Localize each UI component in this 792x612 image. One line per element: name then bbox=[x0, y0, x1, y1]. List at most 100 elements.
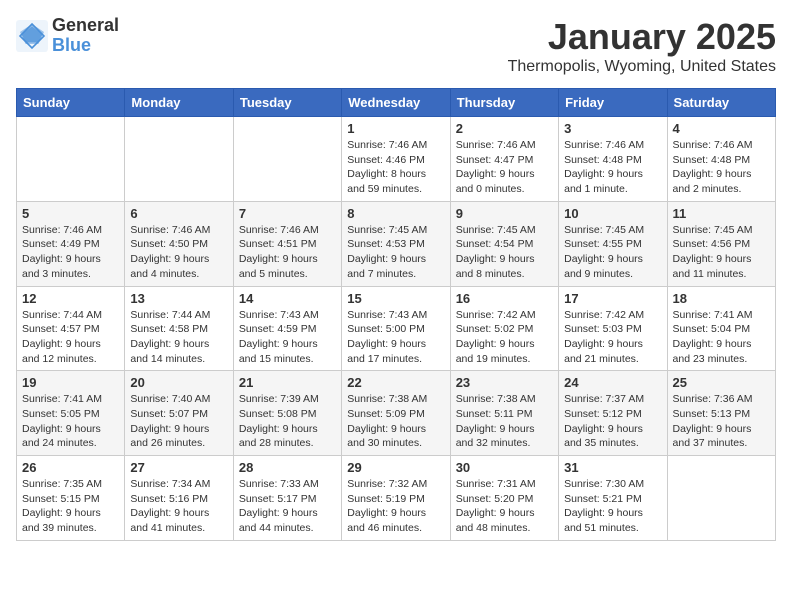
day-info: Sunrise: 7:43 AM Sunset: 5:00 PM Dayligh… bbox=[347, 308, 444, 367]
calendar-cell: 20 Sunrise: 7:40 AM Sunset: 5:07 PM Dayli… bbox=[125, 371, 233, 456]
day-number: 6 bbox=[130, 206, 227, 221]
day-info: Sunrise: 7:46 AM Sunset: 4:48 PM Dayligh… bbox=[673, 138, 770, 197]
day-info: Sunrise: 7:32 AM Sunset: 5:19 PM Dayligh… bbox=[347, 477, 444, 536]
calendar-cell bbox=[125, 117, 233, 202]
calendar-cell: 29 Sunrise: 7:32 AM Sunset: 5:19 PM Dayli… bbox=[342, 456, 450, 541]
day-info: Sunrise: 7:45 AM Sunset: 4:53 PM Dayligh… bbox=[347, 223, 444, 282]
weekday-header-row: SundayMondayTuesdayWednesdayThursdayFrid… bbox=[17, 89, 776, 117]
day-number: 7 bbox=[239, 206, 336, 221]
calendar-cell: 21 Sunrise: 7:39 AM Sunset: 5:08 PM Dayli… bbox=[233, 371, 341, 456]
day-info: Sunrise: 7:42 AM Sunset: 5:03 PM Dayligh… bbox=[564, 308, 661, 367]
day-info: Sunrise: 7:44 AM Sunset: 4:57 PM Dayligh… bbox=[22, 308, 119, 367]
day-number: 25 bbox=[673, 375, 770, 390]
day-info: Sunrise: 7:46 AM Sunset: 4:51 PM Dayligh… bbox=[239, 223, 336, 282]
day-info: Sunrise: 7:34 AM Sunset: 5:16 PM Dayligh… bbox=[130, 477, 227, 536]
title-section: January 2025 Thermopolis, Wyoming, Unite… bbox=[508, 16, 776, 76]
day-number: 4 bbox=[673, 121, 770, 136]
calendar-cell: 18 Sunrise: 7:41 AM Sunset: 5:04 PM Dayli… bbox=[667, 286, 775, 371]
calendar-cell: 12Sunrise: 7:44 AM Sunset: 4:57 PM Dayli… bbox=[17, 286, 125, 371]
day-number: 16 bbox=[456, 291, 553, 306]
day-info: Sunrise: 7:37 AM Sunset: 5:12 PM Dayligh… bbox=[564, 392, 661, 451]
calendar-cell bbox=[667, 456, 775, 541]
day-info: Sunrise: 7:41 AM Sunset: 5:05 PM Dayligh… bbox=[22, 392, 119, 451]
logo-text: General Blue bbox=[52, 16, 119, 56]
calendar-cell: 10 Sunrise: 7:45 AM Sunset: 4:55 PM Dayli… bbox=[559, 201, 667, 286]
calendar-cell: 24Sunrise: 7:37 AM Sunset: 5:12 PM Dayli… bbox=[559, 371, 667, 456]
day-number: 9 bbox=[456, 206, 553, 221]
calendar-cell: 31 Sunrise: 7:30 AM Sunset: 5:21 PM Dayli… bbox=[559, 456, 667, 541]
calendar-cell: 3 Sunrise: 7:46 AM Sunset: 4:48 PM Daylig… bbox=[559, 117, 667, 202]
day-number: 27 bbox=[130, 460, 227, 475]
day-number: 21 bbox=[239, 375, 336, 390]
calendar-cell: 17 Sunrise: 7:42 AM Sunset: 5:03 PM Dayli… bbox=[559, 286, 667, 371]
day-number: 23 bbox=[456, 375, 553, 390]
day-number: 10 bbox=[564, 206, 661, 221]
day-info: Sunrise: 7:40 AM Sunset: 5:07 PM Dayligh… bbox=[130, 392, 227, 451]
month-title: January 2025 bbox=[508, 16, 776, 58]
weekday-header: Sunday bbox=[17, 89, 125, 117]
logo-blue: Blue bbox=[52, 36, 119, 56]
day-number: 3 bbox=[564, 121, 661, 136]
weekday-header: Wednesday bbox=[342, 89, 450, 117]
day-info: Sunrise: 7:42 AM Sunset: 5:02 PM Dayligh… bbox=[456, 308, 553, 367]
day-number: 5 bbox=[22, 206, 119, 221]
day-number: 13 bbox=[130, 291, 227, 306]
day-info: Sunrise: 7:45 AM Sunset: 4:56 PM Dayligh… bbox=[673, 223, 770, 282]
day-number: 31 bbox=[564, 460, 661, 475]
day-info: Sunrise: 7:45 AM Sunset: 4:55 PM Dayligh… bbox=[564, 223, 661, 282]
calendar-cell: 25 Sunrise: 7:36 AM Sunset: 5:13 PM Dayli… bbox=[667, 371, 775, 456]
day-number: 30 bbox=[456, 460, 553, 475]
day-info: Sunrise: 7:36 AM Sunset: 5:13 PM Dayligh… bbox=[673, 392, 770, 451]
day-info: Sunrise: 7:46 AM Sunset: 4:49 PM Dayligh… bbox=[22, 223, 119, 282]
day-info: Sunrise: 7:35 AM Sunset: 5:15 PM Dayligh… bbox=[22, 477, 119, 536]
calendar-cell: 13 Sunrise: 7:44 AM Sunset: 4:58 PM Dayli… bbox=[125, 286, 233, 371]
weekday-header: Monday bbox=[125, 89, 233, 117]
day-info: Sunrise: 7:43 AM Sunset: 4:59 PM Dayligh… bbox=[239, 308, 336, 367]
weekday-header: Thursday bbox=[450, 89, 558, 117]
day-info: Sunrise: 7:46 AM Sunset: 4:50 PM Dayligh… bbox=[130, 223, 227, 282]
calendar-cell: 14 Sunrise: 7:43 AM Sunset: 4:59 PM Dayli… bbox=[233, 286, 341, 371]
day-info: Sunrise: 7:38 AM Sunset: 5:11 PM Dayligh… bbox=[456, 392, 553, 451]
day-info: Sunrise: 7:46 AM Sunset: 4:47 PM Dayligh… bbox=[456, 138, 553, 197]
day-number: 11 bbox=[673, 206, 770, 221]
day-info: Sunrise: 7:45 AM Sunset: 4:54 PM Dayligh… bbox=[456, 223, 553, 282]
weekday-header: Saturday bbox=[667, 89, 775, 117]
day-info: Sunrise: 7:31 AM Sunset: 5:20 PM Dayligh… bbox=[456, 477, 553, 536]
day-number: 18 bbox=[673, 291, 770, 306]
weekday-header: Tuesday bbox=[233, 89, 341, 117]
location-title: Thermopolis, Wyoming, United States bbox=[508, 58, 776, 76]
calendar-cell: 9 Sunrise: 7:45 AM Sunset: 4:54 PM Daylig… bbox=[450, 201, 558, 286]
logo: General Blue bbox=[16, 16, 119, 56]
day-info: Sunrise: 7:46 AM Sunset: 4:46 PM Dayligh… bbox=[347, 138, 444, 197]
day-number: 1 bbox=[347, 121, 444, 136]
day-number: 17 bbox=[564, 291, 661, 306]
calendar-cell: 23 Sunrise: 7:38 AM Sunset: 5:11 PM Dayli… bbox=[450, 371, 558, 456]
calendar-cell: 16 Sunrise: 7:42 AM Sunset: 5:02 PM Dayli… bbox=[450, 286, 558, 371]
calendar-cell: 27 Sunrise: 7:34 AM Sunset: 5:16 PM Dayli… bbox=[125, 456, 233, 541]
calendar-week-row: 26 Sunrise: 7:35 AM Sunset: 5:15 PM Dayli… bbox=[17, 456, 776, 541]
day-info: Sunrise: 7:39 AM Sunset: 5:08 PM Dayligh… bbox=[239, 392, 336, 451]
logo-general: General bbox=[52, 16, 119, 36]
day-info: Sunrise: 7:30 AM Sunset: 5:21 PM Dayligh… bbox=[564, 477, 661, 536]
day-number: 14 bbox=[239, 291, 336, 306]
calendar-cell: 19 Sunrise: 7:41 AM Sunset: 5:05 PM Dayli… bbox=[17, 371, 125, 456]
page-header: General Blue January 2025 Thermopolis, W… bbox=[16, 16, 776, 76]
day-info: Sunrise: 7:44 AM Sunset: 4:58 PM Dayligh… bbox=[130, 308, 227, 367]
calendar-cell: 22Sunrise: 7:38 AM Sunset: 5:09 PM Dayli… bbox=[342, 371, 450, 456]
weekday-header: Friday bbox=[559, 89, 667, 117]
calendar-cell: 28 Sunrise: 7:33 AM Sunset: 5:17 PM Dayli… bbox=[233, 456, 341, 541]
calendar-cell: 15Sunrise: 7:43 AM Sunset: 5:00 PM Dayli… bbox=[342, 286, 450, 371]
day-number: 19 bbox=[22, 375, 119, 390]
day-number: 29 bbox=[347, 460, 444, 475]
calendar-cell: 1 Sunrise: 7:46 AM Sunset: 4:46 PM Daylig… bbox=[342, 117, 450, 202]
day-info: Sunrise: 7:33 AM Sunset: 5:17 PM Dayligh… bbox=[239, 477, 336, 536]
day-info: Sunrise: 7:41 AM Sunset: 5:04 PM Dayligh… bbox=[673, 308, 770, 367]
logo-icon bbox=[16, 20, 48, 52]
calendar-week-row: 12Sunrise: 7:44 AM Sunset: 4:57 PM Dayli… bbox=[17, 286, 776, 371]
day-number: 28 bbox=[239, 460, 336, 475]
day-info: Sunrise: 7:46 AM Sunset: 4:48 PM Dayligh… bbox=[564, 138, 661, 197]
day-number: 8 bbox=[347, 206, 444, 221]
day-info: Sunrise: 7:38 AM Sunset: 5:09 PM Dayligh… bbox=[347, 392, 444, 451]
day-number: 26 bbox=[22, 460, 119, 475]
day-number: 20 bbox=[130, 375, 227, 390]
